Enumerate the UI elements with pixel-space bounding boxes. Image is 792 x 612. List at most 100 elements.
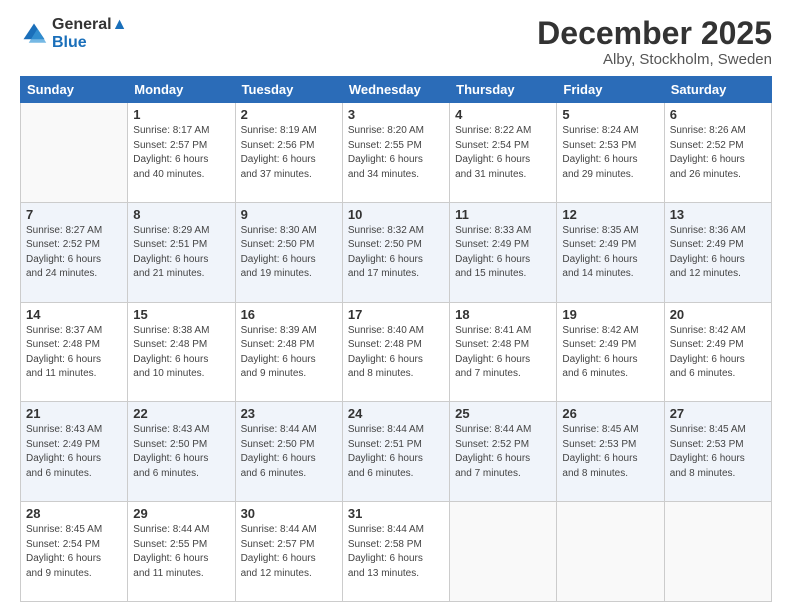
calendar-cell: 8 Sunrise: 8:29 AM Sunset: 2:51 PM Daylig…	[128, 202, 235, 302]
day-info: Sunrise: 8:44 AM Sunset: 2:57 PM Dayligh…	[241, 523, 337, 581]
day-number: 21	[26, 406, 122, 421]
day-info: Sunrise: 8:44 AM Sunset: 2:58 PM Dayligh…	[348, 523, 444, 581]
calendar-cell: 7 Sunrise: 8:27 AM Sunset: 2:52 PM Daylig…	[21, 202, 128, 302]
calendar-header-row: SundayMondayTuesdayWednesdayThursdayFrid…	[21, 77, 772, 103]
day-info: Sunrise: 8:38 AM Sunset: 2:48 PM Dayligh…	[133, 324, 229, 382]
day-number: 17	[348, 307, 444, 322]
day-number: 30	[241, 506, 337, 521]
calendar-day-header: Monday	[128, 77, 235, 103]
day-number: 9	[241, 207, 337, 222]
main-title: December 2025	[537, 16, 772, 51]
calendar-cell	[450, 502, 557, 602]
calendar-cell: 19Sunrise: 8:42 AM Sunset: 2:49 PM Dayli…	[557, 302, 664, 402]
day-info: Sunrise: 8:32 AM Sunset: 2:50 PM Dayligh…	[348, 224, 444, 282]
day-info: Sunrise: 8:36 AM Sunset: 2:49 PM Dayligh…	[670, 224, 766, 282]
day-number: 14	[26, 307, 122, 322]
day-number: 1	[133, 107, 229, 122]
day-number: 18	[455, 307, 551, 322]
day-info: Sunrise: 8:44 AM Sunset: 2:55 PM Dayligh…	[133, 523, 229, 581]
calendar-cell: 20 Sunrise: 8:42 AM Sunset: 2:49 PM Dayli…	[664, 302, 771, 402]
day-info: Sunrise: 8:43 AM Sunset: 2:50 PM Dayligh…	[133, 423, 229, 481]
logo: General▲ Blue	[20, 16, 127, 51]
calendar-cell: 24Sunrise: 8:44 AM Sunset: 2:51 PM Dayli…	[342, 402, 449, 502]
day-info: Sunrise: 8:20 AM Sunset: 2:55 PM Dayligh…	[348, 124, 444, 182]
calendar-cell: 14 Sunrise: 8:37 AM Sunset: 2:48 PM Dayli…	[21, 302, 128, 402]
calendar-cell: 31 Sunrise: 8:44 AM Sunset: 2:58 PM Dayli…	[342, 502, 449, 602]
day-number: 10	[348, 207, 444, 222]
calendar-cell: 29Sunrise: 8:44 AM Sunset: 2:55 PM Dayli…	[128, 502, 235, 602]
day-info: Sunrise: 8:37 AM Sunset: 2:48 PM Dayligh…	[26, 324, 122, 382]
calendar-cell: 22 Sunrise: 8:43 AM Sunset: 2:50 PM Dayli…	[128, 402, 235, 502]
calendar-cell	[664, 502, 771, 602]
calendar-week-row: 21 Sunrise: 8:43 AM Sunset: 2:49 PM Dayli…	[21, 402, 772, 502]
day-number: 28	[26, 506, 122, 521]
day-number: 31	[348, 506, 444, 521]
calendar-cell: 5Sunrise: 8:24 AM Sunset: 2:53 PM Daylig…	[557, 103, 664, 203]
title-block: December 2025 Alby, Stockholm, Sweden	[537, 16, 772, 68]
calendar-day-header: Saturday	[664, 77, 771, 103]
calendar-cell: 9 Sunrise: 8:30 AM Sunset: 2:50 PM Daylig…	[235, 202, 342, 302]
day-number: 27	[670, 406, 766, 421]
calendar-cell: 10 Sunrise: 8:32 AM Sunset: 2:50 PM Dayli…	[342, 202, 449, 302]
calendar-day-header: Sunday	[21, 77, 128, 103]
calendar-cell: 25 Sunrise: 8:44 AM Sunset: 2:52 PM Dayli…	[450, 402, 557, 502]
day-number: 16	[241, 307, 337, 322]
calendar-cell: 1 Sunrise: 8:17 AM Sunset: 2:57 PM Daylig…	[128, 103, 235, 203]
day-info: Sunrise: 8:44 AM Sunset: 2:52 PM Dayligh…	[455, 423, 551, 481]
calendar-cell: 18 Sunrise: 8:41 AM Sunset: 2:48 PM Dayli…	[450, 302, 557, 402]
day-number: 13	[670, 207, 766, 222]
calendar-cell: 11Sunrise: 8:33 AM Sunset: 2:49 PM Dayli…	[450, 202, 557, 302]
calendar-cell: 30 Sunrise: 8:44 AM Sunset: 2:57 PM Dayli…	[235, 502, 342, 602]
day-number: 6	[670, 107, 766, 122]
day-info: Sunrise: 8:40 AM Sunset: 2:48 PM Dayligh…	[348, 324, 444, 382]
calendar-cell: 26Sunrise: 8:45 AM Sunset: 2:53 PM Dayli…	[557, 402, 664, 502]
day-info: Sunrise: 8:27 AM Sunset: 2:52 PM Dayligh…	[26, 224, 122, 282]
calendar-cell: 12Sunrise: 8:35 AM Sunset: 2:49 PM Dayli…	[557, 202, 664, 302]
subtitle: Alby, Stockholm, Sweden	[537, 51, 772, 68]
day-info: Sunrise: 8:42 AM Sunset: 2:49 PM Dayligh…	[670, 324, 766, 382]
page: General▲ Blue December 2025 Alby, Stockh…	[0, 0, 792, 612]
calendar-week-row: 28 Sunrise: 8:45 AM Sunset: 2:54 PM Dayli…	[21, 502, 772, 602]
day-number: 12	[562, 207, 658, 222]
calendar-day-header: Thursday	[450, 77, 557, 103]
day-info: Sunrise: 8:33 AM Sunset: 2:49 PM Dayligh…	[455, 224, 551, 282]
day-number: 22	[133, 406, 229, 421]
calendar-cell	[557, 502, 664, 602]
calendar-cell: 28 Sunrise: 8:45 AM Sunset: 2:54 PM Dayli…	[21, 502, 128, 602]
calendar-cell: 13 Sunrise: 8:36 AM Sunset: 2:49 PM Dayli…	[664, 202, 771, 302]
day-number: 7	[26, 207, 122, 222]
calendar-cell: 16 Sunrise: 8:39 AM Sunset: 2:48 PM Dayli…	[235, 302, 342, 402]
calendar-cell	[21, 103, 128, 203]
day-info: Sunrise: 8:43 AM Sunset: 2:49 PM Dayligh…	[26, 423, 122, 481]
day-info: Sunrise: 8:39 AM Sunset: 2:48 PM Dayligh…	[241, 324, 337, 382]
day-number: 15	[133, 307, 229, 322]
day-number: 25	[455, 406, 551, 421]
calendar-cell: 2 Sunrise: 8:19 AM Sunset: 2:56 PM Daylig…	[235, 103, 342, 203]
day-info: Sunrise: 8:24 AM Sunset: 2:53 PM Dayligh…	[562, 124, 658, 182]
day-info: Sunrise: 8:26 AM Sunset: 2:52 PM Dayligh…	[670, 124, 766, 182]
calendar-cell: 21 Sunrise: 8:43 AM Sunset: 2:49 PM Dayli…	[21, 402, 128, 502]
day-info: Sunrise: 8:30 AM Sunset: 2:50 PM Dayligh…	[241, 224, 337, 282]
calendar-day-header: Friday	[557, 77, 664, 103]
day-number: 2	[241, 107, 337, 122]
day-number: 20	[670, 307, 766, 322]
day-info: Sunrise: 8:45 AM Sunset: 2:53 PM Dayligh…	[562, 423, 658, 481]
day-info: Sunrise: 8:17 AM Sunset: 2:57 PM Dayligh…	[133, 124, 229, 182]
day-number: 4	[455, 107, 551, 122]
calendar-week-row: 14 Sunrise: 8:37 AM Sunset: 2:48 PM Dayli…	[21, 302, 772, 402]
day-info: Sunrise: 8:22 AM Sunset: 2:54 PM Dayligh…	[455, 124, 551, 182]
day-number: 8	[133, 207, 229, 222]
calendar-week-row: 1 Sunrise: 8:17 AM Sunset: 2:57 PM Daylig…	[21, 103, 772, 203]
calendar-table: SundayMondayTuesdayWednesdayThursdayFrid…	[20, 76, 772, 602]
day-info: Sunrise: 8:29 AM Sunset: 2:51 PM Dayligh…	[133, 224, 229, 282]
day-info: Sunrise: 8:45 AM Sunset: 2:54 PM Dayligh…	[26, 523, 122, 581]
day-number: 3	[348, 107, 444, 122]
logo-text: General▲ Blue	[52, 16, 127, 51]
day-number: 23	[241, 406, 337, 421]
day-info: Sunrise: 8:19 AM Sunset: 2:56 PM Dayligh…	[241, 124, 337, 182]
day-info: Sunrise: 8:41 AM Sunset: 2:48 PM Dayligh…	[455, 324, 551, 382]
day-number: 19	[562, 307, 658, 322]
calendar-cell: 6 Sunrise: 8:26 AM Sunset: 2:52 PM Daylig…	[664, 103, 771, 203]
day-info: Sunrise: 8:44 AM Sunset: 2:51 PM Dayligh…	[348, 423, 444, 481]
calendar-cell: 4 Sunrise: 8:22 AM Sunset: 2:54 PM Daylig…	[450, 103, 557, 203]
